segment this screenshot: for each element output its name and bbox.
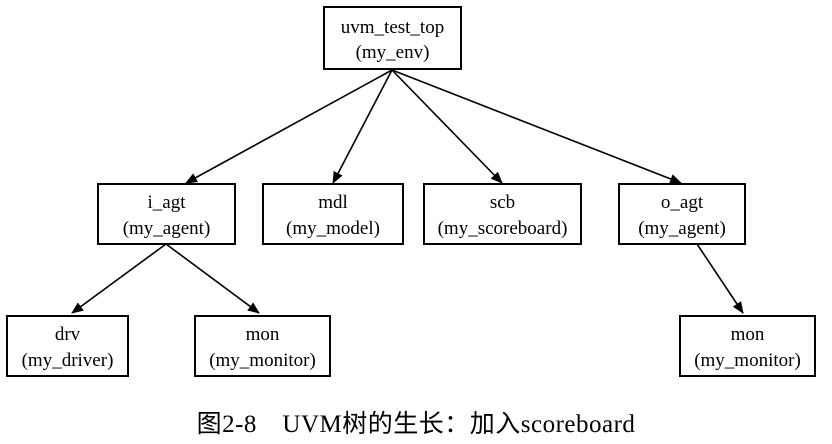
node-o-agt-mon: mon (my_monitor): [679, 315, 816, 377]
node-name: mon: [246, 324, 280, 345]
edge-top-to-o-agt: [391, 69, 682, 184]
node-scb: scb (my_scoreboard): [423, 183, 582, 245]
edge-top-to-scb: [391, 69, 503, 184]
node-name: mdl: [318, 192, 348, 213]
node-type: (my_model): [286, 218, 380, 239]
node-type: (my_driver): [22, 350, 114, 371]
node-type: (my_env): [356, 42, 430, 63]
uvm-tree-diagram: uvm_test_top (my_env) i_agt (my_agent) m…: [6, 6, 816, 377]
node-uvm-test-top: uvm_test_top (my_env): [323, 6, 462, 70]
node-mdl: mdl (my_model): [262, 183, 404, 245]
node-type: (my_scoreboard): [438, 218, 568, 239]
node-name: uvm_test_top: [341, 17, 444, 38]
node-o-agt: o_agt (my_agent): [618, 183, 746, 245]
edge-i-agt-to-drv: [71, 243, 167, 314]
figure-caption: 图2-8 UVM树的生长：加入scoreboard: [196, 411, 636, 438]
edge-i-agt-to-mon: [165, 243, 260, 314]
node-name: scb: [490, 192, 515, 213]
node-name: o_agt: [661, 192, 704, 213]
node-type: (my_agent): [123, 218, 211, 239]
node-name: mon: [731, 324, 765, 345]
node-type: (my_monitor): [694, 350, 801, 371]
node-name: drv: [55, 324, 81, 345]
edge-o-agt-to-mon: [696, 243, 744, 314]
edge-top-to-i-agt: [185, 69, 393, 184]
node-drv: drv (my_driver): [6, 315, 129, 377]
node-type: (my_agent): [638, 218, 726, 239]
node-i-agt-mon: mon (my_monitor): [194, 315, 331, 377]
node-i-agt: i_agt (my_agent): [97, 183, 236, 245]
node-name: i_agt: [148, 192, 187, 213]
node-type: (my_monitor): [209, 350, 316, 371]
